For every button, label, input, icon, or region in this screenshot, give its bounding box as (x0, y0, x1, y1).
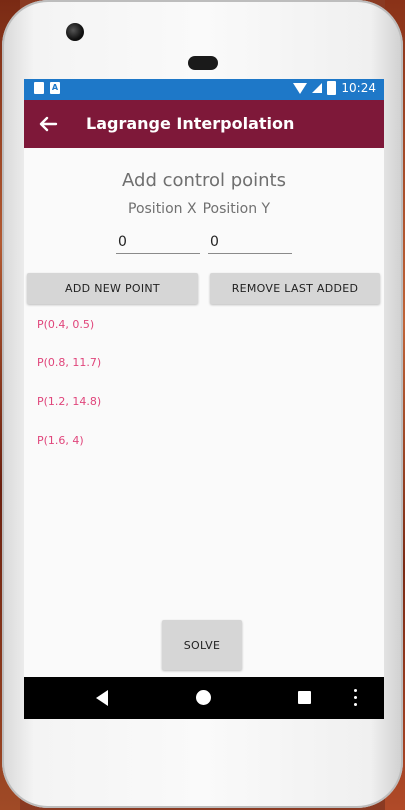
nav-back-icon[interactable] (96, 690, 108, 706)
device-screen: A 10:24 Lagrange Interpolation Add contr… (24, 79, 384, 719)
remove-last-added-button[interactable]: REMOVE LAST ADDED (210, 273, 380, 304)
section-heading: Add control points (122, 170, 286, 191)
coordinate-labels: Position X Position Y (128, 201, 270, 217)
position-x-input[interactable] (116, 231, 200, 254)
add-new-point-button[interactable]: ADD NEW POINT (27, 273, 198, 304)
list-item: P(1.6, 4) (37, 434, 84, 447)
front-camera (66, 23, 84, 41)
sd-card-icon (34, 82, 44, 94)
list-item: P(1.2, 14.8) (37, 395, 102, 408)
nav-home-icon[interactable] (196, 690, 211, 705)
list-item: P(0.4, 0.5) (37, 318, 95, 331)
notification-a-icon: A (50, 82, 60, 94)
nav-recent-icon[interactable] (298, 691, 311, 704)
battery-icon (327, 81, 337, 95)
status-time: 10:24 (341, 81, 376, 95)
back-button[interactable] (34, 110, 62, 138)
system-nav-bar (24, 677, 384, 719)
list-item: P(0.8, 11.7) (37, 356, 102, 369)
app-bar: Lagrange Interpolation (24, 100, 384, 148)
page-title: Lagrange Interpolation (86, 114, 295, 133)
label-position-x: Position X (128, 201, 197, 217)
earpiece-speaker (188, 56, 218, 70)
signal-icon (312, 83, 323, 93)
solve-button[interactable]: SOLVE (162, 620, 242, 670)
wifi-icon (293, 82, 308, 94)
position-y-input[interactable] (208, 231, 292, 254)
label-position-y: Position Y (202, 201, 271, 217)
status-bar: A 10:24 (24, 79, 384, 100)
overflow-menu-icon[interactable] (354, 689, 358, 707)
phone-frame: A 10:24 Lagrange Interpolation Add contr… (2, 0, 403, 808)
back-arrow-icon (39, 116, 58, 132)
